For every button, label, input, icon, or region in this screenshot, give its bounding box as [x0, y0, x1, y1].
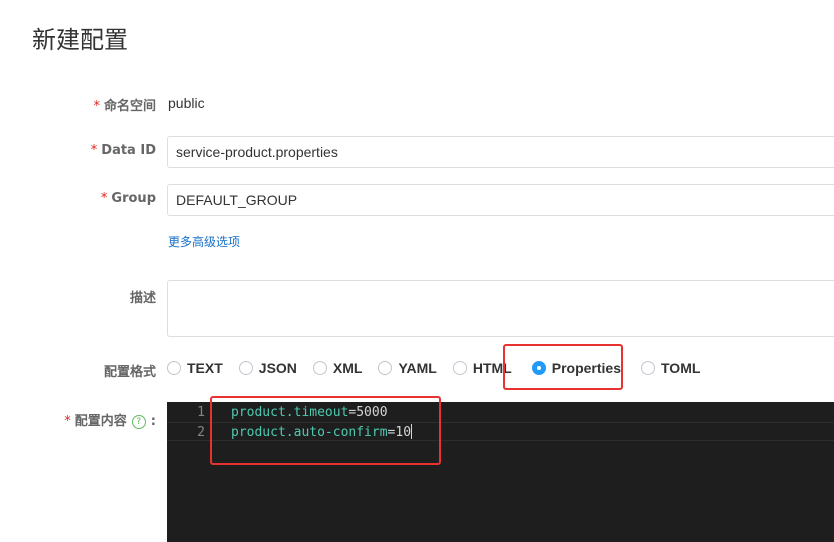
namespace-label: * 命名空间 [93, 95, 156, 114]
description-label: 描述 [129, 291, 156, 306]
annotation-box-properties [503, 344, 623, 390]
required-mark: * [93, 99, 100, 114]
format-option-xml[interactable]: XML [312, 360, 363, 376]
radio-circle-icon [167, 361, 181, 375]
radio-circle-icon [378, 361, 393, 375]
radio-circle-icon [238, 361, 253, 375]
required-mark: * [90, 143, 98, 158]
data-id-label: * Data ID [91, 143, 156, 158]
radio-circle-icon [312, 361, 327, 375]
format-option-label: TEXT [187, 360, 223, 376]
group-label: * Group [101, 191, 156, 206]
line-number: 2 [197, 425, 205, 440]
radio-circle-icon [641, 361, 655, 375]
content-label-colon: : [150, 414, 156, 429]
data-id-label-text: Data ID [101, 143, 156, 158]
page-title: 新建配置 [32, 26, 128, 54]
format-option-label: YAML [398, 360, 437, 376]
required-mark: * [100, 191, 108, 206]
help-icon[interactable]: ? [131, 415, 146, 429]
annotation-box-content [210, 396, 441, 465]
format-option-toml[interactable]: TOML [641, 360, 700, 376]
content-label: * 配置内容?: [64, 410, 156, 429]
group-input[interactable]: DEFAULT_GROUP [167, 184, 834, 216]
required-mark: * [64, 414, 71, 429]
format-option-label: JSON [258, 360, 297, 376]
description-textarea[interactable] [167, 280, 834, 337]
advanced-options-link[interactable]: 更多高级选项 [168, 233, 240, 250]
format-option-json[interactable]: JSON [238, 360, 297, 376]
radio-circle-icon [452, 361, 467, 375]
format-label: 配置格式 [103, 365, 156, 380]
format-option-label: TOML [661, 360, 701, 376]
namespace-value: public [168, 95, 205, 111]
format-option-label: XML [332, 360, 363, 376]
namespace-label-text: 命名空间 [103, 99, 156, 114]
group-label-text: Group [111, 191, 156, 206]
data-id-input[interactable]: service-product.properties [167, 136, 834, 168]
format-radio-group: TEXT JSON XML YAML HTML Properties TOML [167, 358, 716, 378]
format-option-text[interactable]: TEXT [167, 360, 223, 376]
format-option-yaml[interactable]: YAML [378, 360, 437, 376]
line-number: 1 [197, 405, 205, 420]
content-label-text: 配置内容 [74, 414, 127, 429]
